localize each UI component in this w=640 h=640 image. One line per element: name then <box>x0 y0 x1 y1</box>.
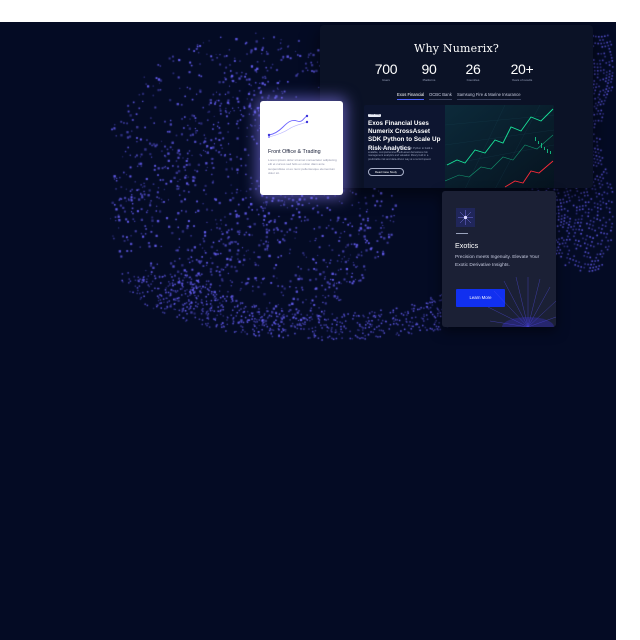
exotics-body: Precision meets Ingenuity. Elevate Your … <box>455 255 540 268</box>
front-office-card[interactable]: Front Office & Trading Lorem ipsum dolor… <box>260 101 343 195</box>
line-chart-icon <box>267 114 309 138</box>
stat-value: 26 <box>465 61 481 77</box>
why-numerix-panel: Why Numerix? 700 Users 90 Platforms 26 C… <box>320 25 593 188</box>
case-study-badge: Case Study <box>368 114 381 117</box>
exotics-title: Exotics <box>455 241 479 250</box>
stat-value: 90 <box>421 61 437 77</box>
stat-label: Years of results <box>511 78 533 82</box>
stat-platforms: 90 Platforms <box>404 61 454 82</box>
tab-exos-financial[interactable]: Exos Financial <box>397 92 425 100</box>
stat-years: 20+ Years of results <box>497 61 547 82</box>
exotics-card: Exotics Precision meets Ingenuity. Eleva… <box>442 191 556 327</box>
case-study-body: Exos used Numerix's CrossAsset SDK Pytho… <box>368 147 433 161</box>
hero-background: Why Numerix? 700 Users 90 Platforms 26 C… <box>0 22 616 640</box>
stat-label: Platforms <box>422 78 436 82</box>
stat-label: Countries <box>466 78 480 82</box>
rays-decoration <box>488 277 556 327</box>
tab-samsung-fire[interactable]: Samsung Fire & Marine Insurance <box>457 92 521 100</box>
why-numerix-title: Why Numerix? <box>413 42 500 55</box>
stock-chart-image <box>445 105 554 188</box>
sparkle-icon <box>456 208 475 227</box>
tab-ocbc-bank[interactable]: OCBC Bank <box>429 92 452 100</box>
stat-countries: 26 Countries <box>448 61 498 82</box>
front-office-body: Lorem ipsum dolor sit amet consectetur a… <box>268 158 337 175</box>
exotics-divider <box>456 233 468 234</box>
front-office-title: Front Office & Trading <box>268 149 321 155</box>
stat-value: 20+ <box>510 61 534 77</box>
case-study-card: Case Study Exos Financial Uses Numerix C… <box>364 105 554 188</box>
read-case-study-button[interactable]: Read Case Study <box>368 168 404 176</box>
